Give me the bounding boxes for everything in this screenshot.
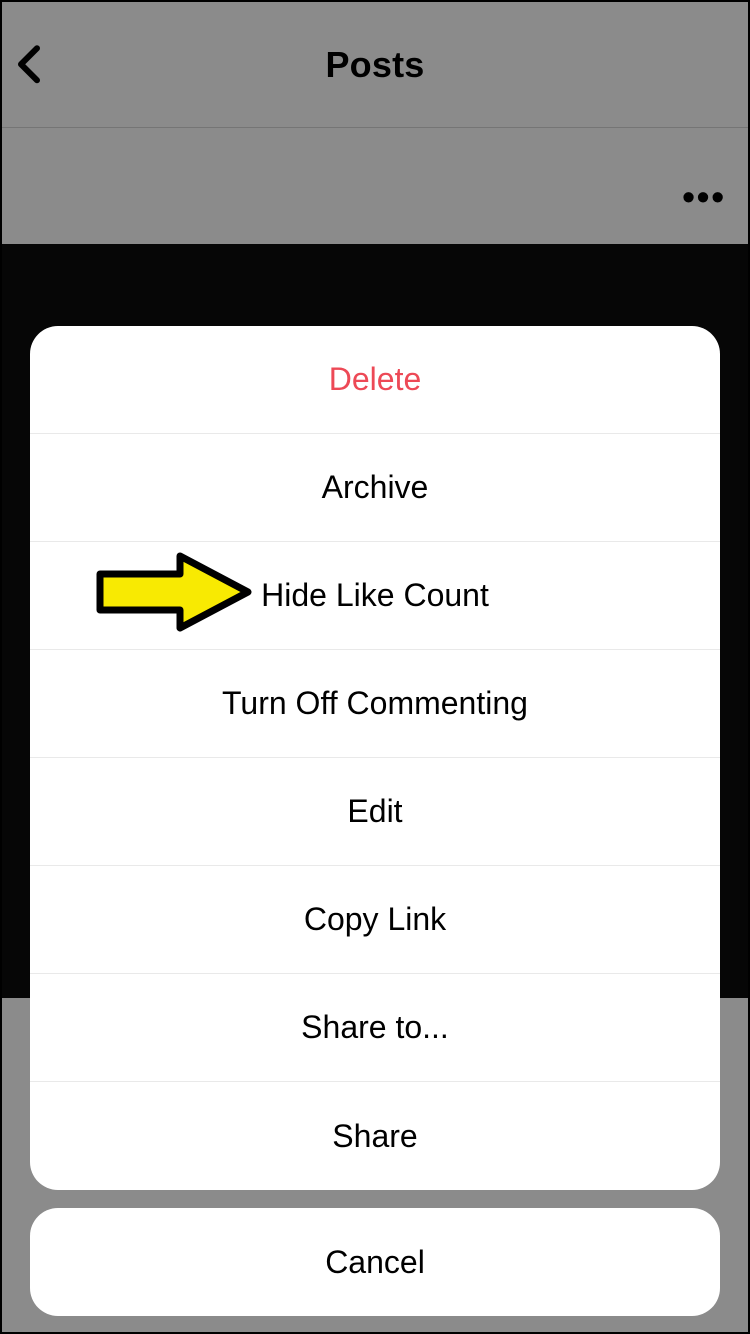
- action-label: Copy Link: [304, 901, 446, 938]
- cancel-button[interactable]: Cancel: [30, 1208, 720, 1316]
- action-label: Edit: [347, 793, 402, 830]
- screen: Posts ••• Delete Archive Hi: [0, 0, 750, 1334]
- action-label: Delete: [329, 361, 422, 398]
- action-share[interactable]: Share: [30, 1082, 720, 1190]
- action-label: Archive: [322, 469, 429, 506]
- action-copy-link[interactable]: Copy Link: [30, 866, 720, 974]
- action-label: Share: [332, 1118, 417, 1155]
- action-edit[interactable]: Edit: [30, 758, 720, 866]
- action-delete[interactable]: Delete: [30, 326, 720, 434]
- action-label: Hide Like Count: [261, 577, 489, 614]
- action-label: Turn Off Commenting: [222, 685, 528, 722]
- action-label: Share to...: [301, 1009, 449, 1046]
- action-sheet-options: Delete Archive Hide Like Count Turn Off …: [30, 326, 720, 1190]
- action-hide-like-count[interactable]: Hide Like Count: [30, 542, 720, 650]
- action-sheet: Delete Archive Hide Like Count Turn Off …: [30, 326, 720, 1316]
- action-share-to[interactable]: Share to...: [30, 974, 720, 1082]
- action-turn-off-commenting[interactable]: Turn Off Commenting: [30, 650, 720, 758]
- highlight-arrow-icon: [94, 550, 254, 642]
- action-archive[interactable]: Archive: [30, 434, 720, 542]
- cancel-label: Cancel: [325, 1244, 425, 1281]
